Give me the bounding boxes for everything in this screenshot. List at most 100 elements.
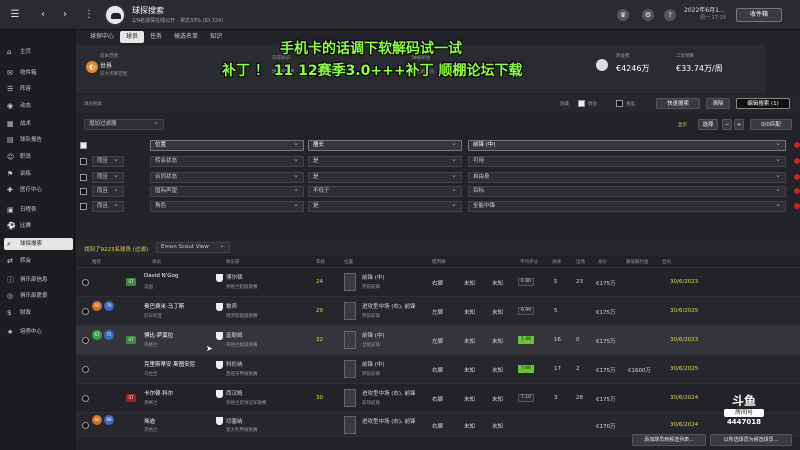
tab-scout-center[interactable]: 球探中心 [84, 31, 120, 43]
filter-row-2-field[interactable]: 转会状态 [150, 155, 304, 167]
player-name[interactable]: 埃迪 [144, 417, 155, 425]
player-name[interactable]: 博比·萨莫拉 [144, 331, 173, 339]
settings-icon[interactable]: ⚙ [642, 9, 654, 21]
table-row[interactable]: 67 72 ST 博比·萨莫拉 英格兰 富勒姆 英格兰超级联赛 32 前锋 (中… [76, 326, 800, 355]
filter-row-1-field[interactable]: 位置 [150, 139, 304, 151]
col-foot[interactable]: 惯用脚 [432, 259, 446, 265]
filter-row-4-operator[interactable]: 不低于 [308, 185, 462, 197]
club-logo[interactable] [104, 4, 126, 26]
sidebar-item-matches[interactable]: ⚽ 比赛 [4, 220, 73, 232]
match-button[interactable]: 0/0匹配 [750, 119, 792, 130]
filter-row-2-logic[interactable]: 而且 [92, 155, 124, 167]
filter-row-1-value[interactable]: 前锋 (中) [468, 139, 786, 151]
table-row[interactable]: 68 70 奥巴费米·马丁斯 尼日利亚 鲁宾 俄罗斯超级联赛 29 进攻型中场 … [76, 297, 800, 326]
col-avg-rating[interactable]: 平均评分 [520, 259, 538, 265]
sidebar-item-staff[interactable]: ☺ 职员 [4, 151, 73, 163]
table-row[interactable]: ST David N'Gog 法国 博尔顿 英格兰超级联赛 24 前锋 (中) … [76, 268, 800, 297]
col-club[interactable]: 俱乐部 [226, 259, 240, 265]
sidebar-item-finance[interactable]: $ 财政 [4, 307, 73, 319]
col-apps[interactable]: 出场 [576, 259, 585, 265]
filter-row-5-operator[interactable]: 是 [308, 200, 462, 212]
sidebar-item-inbox[interactable]: ✉ 收件箱 [4, 67, 73, 79]
row-select[interactable] [82, 308, 89, 315]
col-value[interactable]: 身价 [598, 259, 607, 265]
col-age[interactable]: 年龄 [316, 259, 325, 265]
filter-row-2-value[interactable]: 可用 [468, 155, 786, 167]
menu-icon[interactable]: ☰ [6, 6, 24, 24]
col-position[interactable]: 位置 [344, 259, 353, 265]
set-as-candidate-button[interactable]: 以所选球员为候选球员... [710, 434, 792, 446]
row-select[interactable] [82, 395, 89, 402]
filter-row-5-checkbox[interactable] [80, 203, 87, 210]
sidebar-item-scouting[interactable]: ⌕ 球探搜索 [4, 238, 73, 250]
col-goals[interactable]: 进球 [552, 259, 561, 265]
filter-row-5-logic[interactable]: 而且 [92, 200, 124, 212]
club-name[interactable]: 西汉姆 [226, 389, 243, 397]
table-row[interactable]: 克里斯蒂安·斯图安尼 乌拉圭 科伦纳 西班牙甲级联赛 前锋 (中) 突前前锋 右… [76, 355, 800, 384]
table-row[interactable]: ST 卡尔顿·科尔 英格兰 西汉姆 英格兰足球冠军联赛 30 进攻型中场 (右)… [76, 384, 800, 413]
club-name[interactable]: 博尔顿 [226, 273, 243, 281]
filter-row-5-field[interactable]: 角色 [150, 200, 304, 212]
club-name[interactable]: 富勒姆 [226, 331, 243, 339]
sidebar-item-medical[interactable]: ✚ 医疗中心 [4, 184, 73, 196]
col-release[interactable]: 最低解约金 [626, 259, 649, 265]
filter-row-4-value[interactable]: 目标 [468, 185, 786, 197]
row-select[interactable] [82, 422, 89, 429]
sidebar-item-training[interactable]: ⚑ 训练 [4, 168, 73, 180]
edit-search-button[interactable]: 编辑搜索 (1) [736, 98, 790, 109]
sidebar-item-schedule[interactable]: ▣ 日程表 [4, 204, 73, 216]
view-dropdown[interactable]: Emon Scout View [156, 241, 230, 253]
choose-button[interactable]: 选择 [698, 119, 718, 130]
filter-row-4-checkbox[interactable] [80, 188, 87, 195]
more-icon[interactable]: ⋮ [80, 6, 98, 24]
filter-row-3-checkbox[interactable] [80, 174, 87, 181]
filter-row-1-checkbox[interactable] [80, 142, 87, 149]
club-name[interactable]: 切塞纳 [226, 417, 243, 425]
sidebar-item-dynamics[interactable]: ◉ 动态 [4, 100, 73, 112]
filter-row-2-checkbox[interactable] [80, 158, 87, 165]
clear-button[interactable]: 清除 [706, 98, 730, 109]
player-name[interactable]: 卡尔顿·科尔 [144, 389, 173, 397]
player-name[interactable]: David N'Gog [144, 273, 178, 279]
forward-icon[interactable]: › [56, 6, 74, 24]
col-player[interactable]: 球员 [152, 259, 161, 265]
sidebar-item-club-vision[interactable]: ◎ 俱乐部愿景 [4, 290, 73, 302]
sidebar-item-transfers[interactable]: ⇄ 转会 [4, 255, 73, 267]
sidebar-item-tactics[interactable]: ▦ 战术 [4, 118, 73, 130]
filter-row-5-remove-icon[interactable] [794, 203, 800, 209]
similar-checkbox[interactable] [616, 100, 623, 107]
sidebar-item-club-info[interactable]: ⓘ 俱乐部信息 [4, 274, 73, 286]
col-recommend[interactable]: 推荐 [92, 259, 101, 265]
tab-assignments[interactable]: 任务 [144, 31, 168, 43]
add-filter-dropdown[interactable]: 增加过滤器 [84, 118, 164, 130]
minus-button[interactable]: − [722, 119, 732, 130]
filter-row-3-logic[interactable]: 而且 [92, 171, 124, 183]
sidebar-item-home[interactable]: ⌂ 主页 [4, 46, 73, 58]
filter-row-3-remove-icon[interactable] [794, 174, 800, 180]
club-name[interactable]: 科伦纳 [226, 360, 243, 368]
club-name[interactable]: 鲁宾 [226, 302, 237, 310]
filter-row-3-field[interactable]: 合同状态 [150, 171, 304, 183]
tab-shortlist[interactable]: 候选名单 [168, 31, 204, 43]
back-icon[interactable]: ‹ [34, 6, 52, 24]
filter-row-5-value[interactable]: 全能中锋 [468, 200, 786, 212]
quick-search-button[interactable]: 快速搜索 [656, 98, 700, 109]
filter-row-3-value[interactable]: 自由身 [468, 171, 786, 183]
sidebar-item-team-report[interactable]: ▤ 球队报告 [4, 134, 73, 146]
row-select[interactable] [82, 337, 89, 344]
player-name[interactable]: 奥巴费米·马丁斯 [144, 302, 184, 310]
add-to-shortlist-button[interactable]: 添加球员到候选列表... [632, 434, 706, 446]
sidebar-item-development[interactable]: ★ 培养中心 [4, 326, 73, 338]
filter-row-2-remove-icon[interactable] [794, 158, 800, 164]
trophy-icon[interactable]: ♛ [617, 9, 629, 21]
filter-row-2-operator[interactable]: 是 [308, 155, 462, 167]
filter-row-4-logic[interactable]: 而且 [92, 185, 124, 197]
player-name[interactable]: 克里斯蒂安·斯图安尼 [144, 360, 195, 368]
filter-row-1-operator[interactable]: 擅长 [308, 139, 462, 151]
row-select[interactable] [82, 366, 89, 373]
filter-row-3-operator[interactable]: 是 [308, 171, 462, 183]
tab-players[interactable]: 球员 [120, 31, 145, 43]
filter-row-4-remove-icon[interactable] [794, 188, 800, 194]
row-select[interactable] [82, 279, 89, 286]
filter-row-1-remove-icon[interactable] [794, 142, 800, 148]
